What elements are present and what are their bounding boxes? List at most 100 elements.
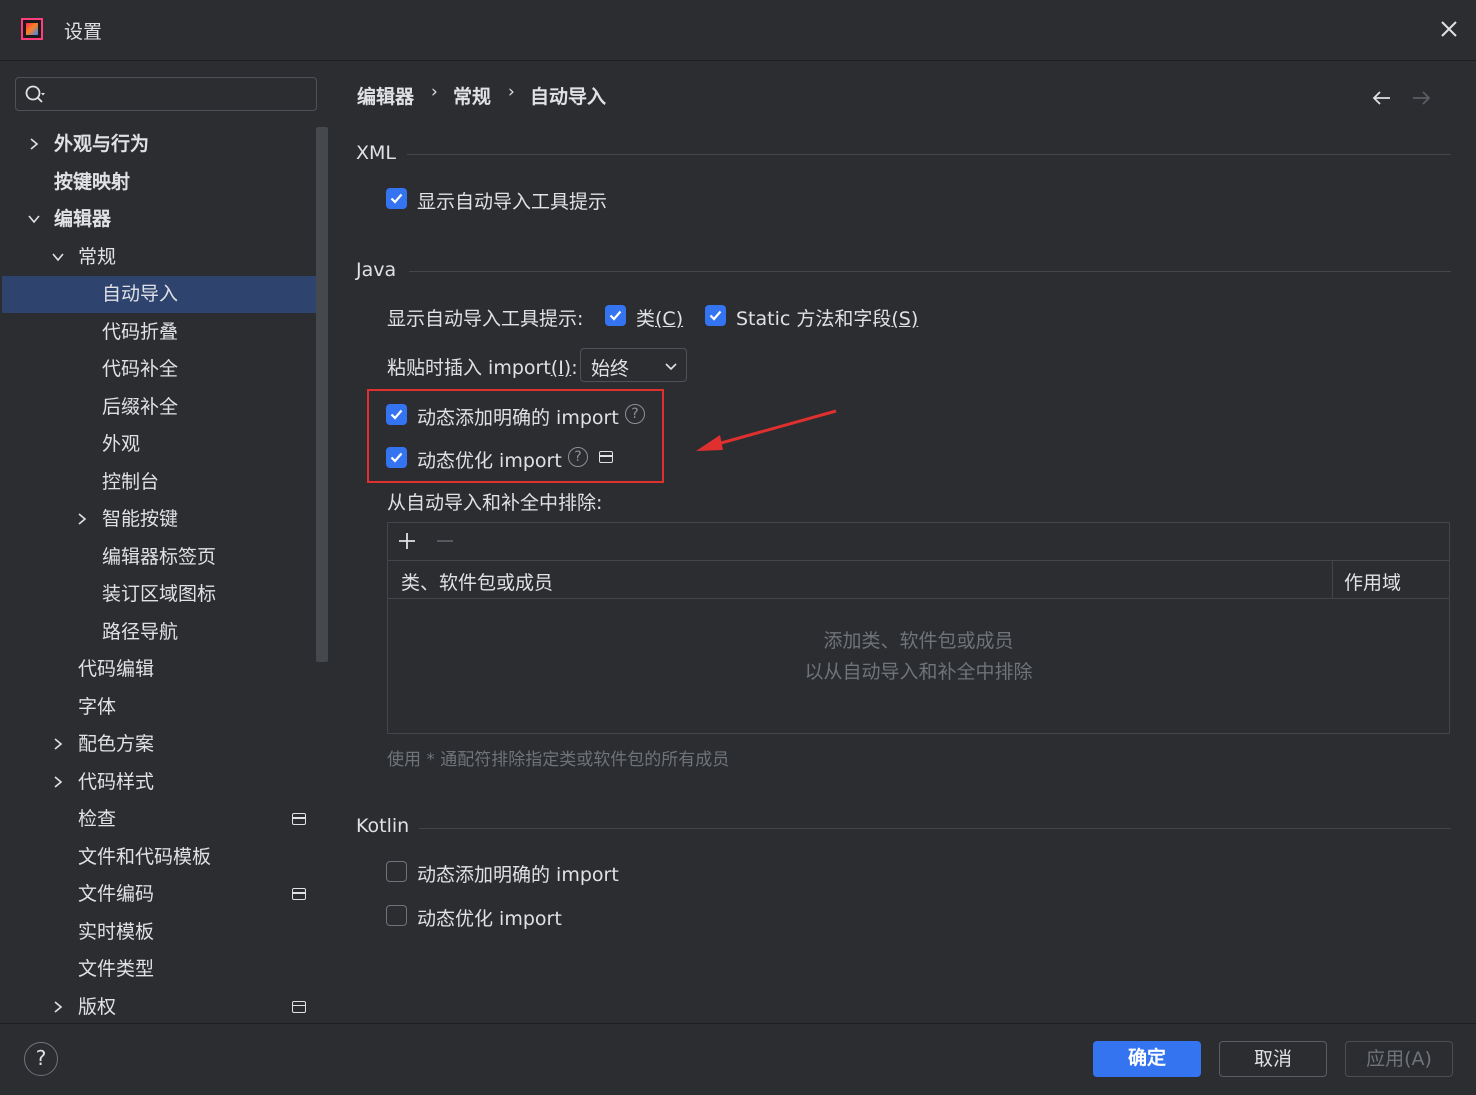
sidebar-item[interactable]: 按键映射 <box>0 164 316 200</box>
annotation-arrow-icon <box>696 409 837 451</box>
paste-import-value: 始终 <box>591 358 630 380</box>
kotlin-optimize-label: 动态优化 import <box>417 908 562 930</box>
java-optimize-label: 动态优化 import <box>417 450 562 472</box>
sidebar-item[interactable]: 检查 <box>0 801 316 837</box>
java-static-checkbox[interactable] <box>705 305 726 326</box>
sidebar-item[interactable]: 自动导入 <box>0 276 316 312</box>
sidebar-item-label: 智能按键 <box>102 508 179 530</box>
chevron-right-icon[interactable] <box>27 137 41 151</box>
sidebar-item[interactable]: 代码样式 <box>0 764 316 800</box>
chevron-down-icon <box>665 363 677 371</box>
sidebar-item[interactable]: 文件和代码模板 <box>0 839 316 875</box>
column-header-class[interactable]: 类、软件包或成员 <box>401 568 553 595</box>
footer-divider <box>0 1023 1476 1024</box>
breadcrumb-item-general[interactable]: 常规 <box>453 82 491 109</box>
close-icon[interactable] <box>1436 16 1462 42</box>
sidebar-item[interactable]: 代码折叠 <box>0 314 316 350</box>
sidebar-item[interactable]: 装订区域图标 <box>0 576 316 612</box>
sidebar-item[interactable]: 路径导航 <box>0 614 316 650</box>
sidebar-item-label: 路径导航 <box>102 620 179 643</box>
sidebar-item-label: 编辑器 <box>54 208 112 230</box>
sidebar-item[interactable]: 常规 <box>0 239 316 275</box>
kotlin-add-unambiguous-label: 动态添加明确的 import <box>417 864 619 886</box>
sidebar-scrollbar[interactable] <box>316 127 328 662</box>
chevron-right-icon[interactable] <box>51 1000 65 1014</box>
chevron-right-icon[interactable] <box>51 737 65 751</box>
title-bar: 设置 <box>0 0 1476 61</box>
empty-table-text: 添加类、软件包或成员 <box>823 630 1014 652</box>
section-divider <box>409 271 1451 272</box>
sidebar-item[interactable]: 控制台 <box>0 464 316 500</box>
sidebar-item[interactable]: 编辑器 <box>0 201 316 237</box>
search-icon <box>25 85 45 103</box>
sidebar-item-label: 文件编码 <box>78 883 155 905</box>
cancel-button[interactable]: 取消 <box>1219 1041 1327 1077</box>
sidebar-item[interactable]: 代码编辑 <box>0 651 316 687</box>
column-header-scope[interactable]: 作用域 <box>1344 568 1401 595</box>
add-icon[interactable] <box>397 531 417 551</box>
sidebar-item[interactable]: 外观 <box>0 426 316 462</box>
intellij-logo-icon <box>21 18 43 40</box>
chevron-down-icon[interactable] <box>51 250 65 264</box>
sidebar-item-label: 代码编辑 <box>78 658 155 680</box>
sidebar-item[interactable]: 后缀补全 <box>0 389 316 425</box>
sidebar-item[interactable]: 智能按键 <box>0 501 316 537</box>
java-add-unambiguous-label: 动态添加明确的 import <box>417 407 619 429</box>
sidebar-item-label: 版权 <box>78 995 117 1018</box>
section-title-xml: XML <box>356 142 396 164</box>
chevron-down-icon[interactable] <box>27 212 41 226</box>
sidebar-item-label: 外观与行为 <box>54 133 150 155</box>
sidebar-item-label: 文件类型 <box>78 958 155 980</box>
xml-show-tooltip-label: 显示自动导入工具提示 <box>417 191 608 213</box>
sidebar-item[interactable]: 外观与行为 <box>0 126 316 162</box>
sidebar-item-label: 后缀补全 <box>102 395 179 418</box>
sidebar-item-label: 字体 <box>78 695 117 718</box>
table-header: 类、软件包或成员 作用域 <box>388 561 1449 599</box>
help-button[interactable]: ? <box>24 1042 58 1076</box>
remove-icon[interactable] <box>435 531 455 551</box>
paste-insert-import-label: 粘贴时插入 import(I): <box>387 357 578 379</box>
kotlin-add-unambiguous-checkbox[interactable] <box>386 861 407 882</box>
sidebar-item[interactable]: 代码补全 <box>0 351 316 387</box>
forward-arrow-icon[interactable] <box>1409 86 1433 110</box>
sidebar-item[interactable]: 编辑器标签页 <box>0 539 316 575</box>
back-arrow-icon[interactable] <box>1370 86 1394 110</box>
breadcrumb-separator: › <box>508 82 515 102</box>
java-class-checkbox[interactable] <box>605 305 626 326</box>
sidebar-item[interactable]: 文件类型 <box>0 951 316 987</box>
ok-button[interactable]: 确定 <box>1093 1041 1201 1077</box>
help-icon[interactable]: ? <box>568 447 588 467</box>
breadcrumb-item-editor[interactable]: 编辑器 <box>357 82 414 109</box>
sidebar-item[interactable]: 版权 <box>0 989 316 1025</box>
kotlin-optimize-checkbox[interactable] <box>386 905 407 926</box>
sidebar-item-label: 代码补全 <box>102 358 179 380</box>
search-input[interactable] <box>15 77 317 111</box>
sidebar-item[interactable]: 实时模板 <box>0 914 316 950</box>
sidebar-item-label: 实时模板 <box>78 920 155 943</box>
chevron-right-icon[interactable] <box>75 512 89 526</box>
section-title-kotlin: Kotlin <box>356 815 410 837</box>
sidebar-item-label: 自动导入 <box>102 283 179 305</box>
help-icon[interactable]: ? <box>625 404 645 424</box>
sidebar-item[interactable]: 文件编码 <box>0 876 316 912</box>
java-optimize-checkbox[interactable] <box>386 447 407 468</box>
paste-import-dropdown[interactable]: 始终 <box>580 348 687 382</box>
sidebar-item-label: 装订区域图标 <box>102 583 217 605</box>
sidebar-item-label: 控制台 <box>102 470 160 493</box>
column-divider <box>1332 561 1333 598</box>
chevron-right-icon[interactable] <box>51 775 65 789</box>
exclude-table: 类、软件包或成员 作用域 添加类、软件包或成员 以从自动导入和补全中排除 <box>387 522 1450 734</box>
sidebar-item-label: 代码样式 <box>78 770 155 793</box>
apply-button[interactable]: 应用(A) <box>1345 1041 1453 1077</box>
breadcrumb-item-auto-import: 自动导入 <box>530 86 607 108</box>
sidebar-item[interactable]: 配色方案 <box>0 726 316 762</box>
sidebar-item[interactable]: 字体 <box>0 689 316 725</box>
project-level-icon <box>292 888 306 900</box>
empty-table-text: 以从自动导入和补全中排除 <box>804 661 1033 683</box>
wildcard-hint: 使用 * 通配符排除指定类或软件包的所有成员 <box>387 750 730 770</box>
java-add-unambiguous-checkbox[interactable] <box>386 404 407 425</box>
table-toolbar <box>388 523 1449 561</box>
project-level-icon <box>292 813 306 825</box>
java-class-label: 类(C) <box>636 308 684 330</box>
xml-show-tooltip-checkbox[interactable] <box>386 188 407 209</box>
